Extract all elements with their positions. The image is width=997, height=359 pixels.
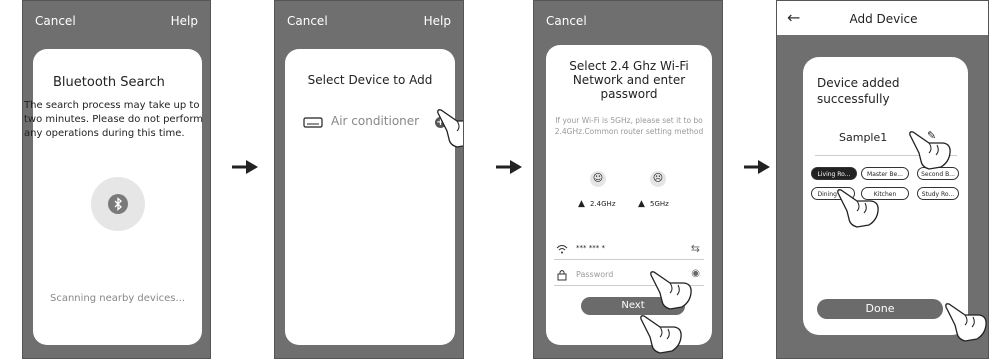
page-title: Select Device to Add <box>307 73 433 87</box>
room-tag[interactable]: Master Be... <box>861 167 909 180</box>
wifi-icon <box>556 245 568 254</box>
screen-wifi-setup: Cancel Select 2.4 Ghz Wi-Fi Network and … <box>533 0 723 359</box>
tap-hand-icon <box>437 109 463 148</box>
password-input[interactable]: Password <box>576 270 613 279</box>
next-label: Next <box>621 300 645 311</box>
success-card: Device added successfully Sample1 ✎ Livi… <box>803 57 968 335</box>
option-label: 2.4GHz <box>590 200 616 208</box>
router-icon: ▲ <box>578 199 585 209</box>
screen-select-device: Cancel Help Select Device to Add Air con… <box>274 0 464 359</box>
frequency-hint: If your Wi-Fi is 5GHz, please set it to … <box>554 116 704 136</box>
room-tags: Living Ro... Master Be... Second B... Di… <box>803 167 968 207</box>
cancel-button[interactable]: Cancel <box>35 14 76 28</box>
flow-arrow-icon <box>232 160 258 174</box>
cancel-button[interactable]: Cancel <box>287 14 328 28</box>
bluetooth-icon <box>108 194 128 214</box>
tap-hand-icon <box>640 315 682 354</box>
search-card: Bluetooth Search The search process may … <box>24 49 203 345</box>
tap-hand-icon <box>650 271 692 310</box>
help-button[interactable]: Help <box>171 14 198 28</box>
wifi-value: *** *** * <box>576 244 605 252</box>
option-2-4ghz[interactable]: ☺ ▲ 2.4GHz <box>578 171 618 213</box>
page-title: Add Device <box>849 12 918 26</box>
scan-status: Scanning nearby devices... <box>49 293 186 304</box>
page-title: Select 2.4 Ghz Wi-Fi Network and enter p… <box>569 59 689 101</box>
tap-hand-icon <box>837 189 879 228</box>
cancel-button[interactable]: Cancel <box>546 14 587 28</box>
air-conditioner-icon <box>303 117 323 128</box>
done-label: Done <box>865 302 895 315</box>
switch-network-icon[interactable]: ⇆ <box>691 242 700 255</box>
tap-hand-icon <box>945 303 987 342</box>
top-bar: Cancel <box>534 1 722 41</box>
flow-arrow-icon <box>744 160 770 174</box>
device-name: Sample1 <box>839 131 888 144</box>
tap-hand-icon <box>909 131 951 170</box>
top-bar: Cancel Help <box>23 1 210 41</box>
room-tag-selected[interactable]: Living Ro... <box>811 167 857 180</box>
top-bar: Cancel Help <box>275 1 463 41</box>
room-tag[interactable]: Study Ro... <box>917 187 959 200</box>
page-title: Bluetooth Search <box>53 75 165 90</box>
bluetooth-scan-indicator <box>91 177 145 231</box>
help-button[interactable]: Help <box>424 14 451 28</box>
router-icon: ▲ <box>638 199 645 209</box>
wifi-field[interactable]: *** *** * ⇆ <box>554 241 704 260</box>
header-bar: ← Add Device <box>777 1 988 35</box>
option-5ghz[interactable]: ☹ ▲ 5GHz <box>638 171 678 213</box>
option-label: 5GHz <box>650 200 669 208</box>
screen-add-device: ← Add Device Device added successfully S… <box>776 0 989 359</box>
search-message: The search process may take up to two mi… <box>24 100 203 139</box>
device-list-item[interactable]: Air conditioner + <box>303 113 448 131</box>
happy-face-icon: ☺ <box>590 171 606 187</box>
screen-bluetooth-search: Cancel Help Bluetooth Search The search … <box>22 0 211 359</box>
success-message: Device added successfully <box>817 76 900 106</box>
device-label: Air conditioner <box>331 114 420 128</box>
done-button[interactable]: Done <box>817 299 943 319</box>
flow-arrow-icon <box>496 160 522 174</box>
device-card: Select Device to Add Air conditioner + <box>285 49 455 345</box>
lock-icon <box>557 270 567 281</box>
sad-face-icon: ☹ <box>650 171 666 187</box>
